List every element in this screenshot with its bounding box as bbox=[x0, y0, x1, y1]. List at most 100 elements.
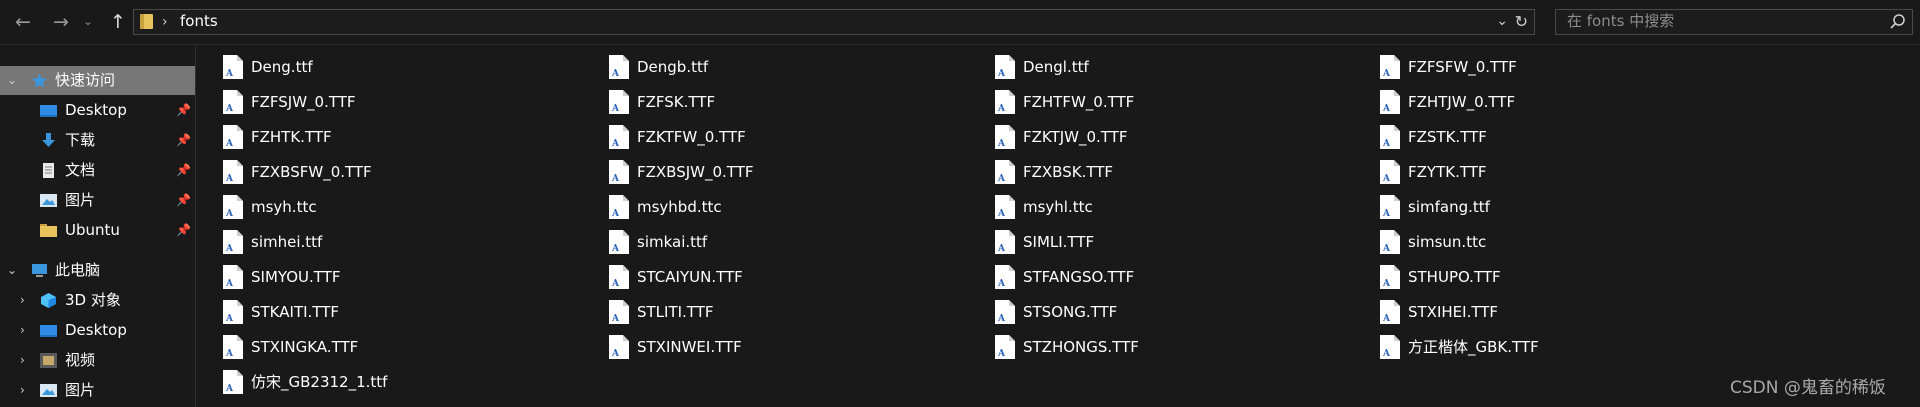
file-item[interactable]: Asimfang.ttf bbox=[1353, 191, 1733, 221]
chevron-right-icon[interactable]: › bbox=[20, 286, 25, 315]
file-item[interactable]: A STHUPO.TTF bbox=[1353, 261, 1733, 291]
font-file-icon: A bbox=[995, 230, 1015, 254]
computer-icon bbox=[32, 264, 47, 277]
path-segment-fonts[interactable]: fonts bbox=[180, 10, 218, 33]
sidebar-item-videos[interactable]: › 视频 bbox=[0, 346, 195, 375]
file-item[interactable]: A 方正楷体_GBK.TTF bbox=[1353, 331, 1733, 361]
search-placeholder: 在 fonts 中搜索 bbox=[1567, 12, 1675, 30]
watermark: CSDN @鬼畜的稀饭 bbox=[1730, 378, 1886, 398]
address-bar[interactable]: › fonts ⌄ ↻ bbox=[133, 9, 1535, 35]
file-item[interactable]: A 仿宋_GB2312_1.ttf bbox=[196, 366, 576, 396]
pin-icon: 📌 bbox=[176, 163, 191, 177]
svg-text:A: A bbox=[225, 139, 234, 149]
sidebar-item-quick-access[interactable]: ⌄ 快速访问 bbox=[0, 66, 195, 95]
file-item[interactable]: A FZFSJW_0.TTF bbox=[196, 86, 576, 116]
up-arrow-icon[interactable]: ↑ bbox=[105, 10, 131, 34]
refresh-icon[interactable]: ↻ bbox=[1515, 10, 1528, 33]
sidebar-item-desktop[interactable]: Desktop 📌 bbox=[0, 96, 195, 125]
file-name: FZYTK.TTF bbox=[1408, 163, 1487, 181]
forward-arrow-icon[interactable]: → bbox=[48, 10, 74, 34]
svg-text:A: A bbox=[997, 279, 1006, 289]
font-file-icon: A bbox=[995, 265, 1015, 289]
file-item[interactable]: A STXIHEI.TTF bbox=[1353, 296, 1733, 326]
font-file-icon: A bbox=[995, 55, 1015, 79]
file-item[interactable]: A Dengl.ttf bbox=[968, 51, 1348, 81]
chevron-right-icon[interactable]: › bbox=[20, 376, 25, 405]
file-item[interactable]: A FZXBSFW_0.TTF bbox=[196, 156, 576, 186]
file-item[interactable]: A FZHTK.TTF bbox=[196, 121, 576, 151]
svg-text:A: A bbox=[997, 314, 1006, 324]
file-name: Deng.ttf bbox=[251, 58, 313, 76]
file-item[interactable]: A FZYTK.TTF bbox=[1353, 156, 1733, 186]
sidebar-item-3d-objects[interactable]: › 3D 对象 bbox=[0, 286, 195, 315]
file-item[interactable]: A STKAITI.TTF bbox=[196, 296, 576, 326]
file-item[interactable]: A STLITI.TTF bbox=[582, 296, 962, 326]
file-item[interactable]: Amsyhl.ttc bbox=[968, 191, 1348, 221]
file-item[interactable]: A STZHONGS.TTF bbox=[968, 331, 1348, 361]
font-file-icon: A bbox=[1380, 125, 1400, 149]
sidebar-item-pictures-pc[interactable]: › 图片 bbox=[0, 376, 195, 405]
svg-text:A: A bbox=[1382, 349, 1391, 359]
file-name: SIMYOU.TTF bbox=[251, 268, 341, 286]
file-item[interactable]: Asimkai.ttf bbox=[582, 226, 962, 256]
chevron-right-icon[interactable]: › bbox=[20, 316, 25, 345]
file-item[interactable]: A Deng.ttf bbox=[196, 51, 576, 81]
sidebar-item-documents[interactable]: 文档 📌 bbox=[0, 156, 195, 185]
font-file-icon: A bbox=[609, 300, 629, 324]
file-name: 仿宋_GB2312_1.ttf bbox=[251, 373, 388, 391]
file-item[interactable]: A FZKTJW_0.TTF bbox=[968, 121, 1348, 151]
sidebar-item-label: 图片 bbox=[65, 381, 96, 399]
file-item[interactable]: Amsyhbd.ttc bbox=[582, 191, 962, 221]
sidebar-item-desktop-pc[interactable]: › Desktop bbox=[0, 316, 195, 345]
font-file-icon: A bbox=[1380, 90, 1400, 114]
sidebar-item-this-pc[interactable]: ⌄ 此电脑 bbox=[0, 256, 195, 285]
file-item[interactable]: A Dengb.ttf bbox=[582, 51, 962, 81]
search-icon[interactable] bbox=[1889, 13, 1906, 30]
desktop-icon bbox=[40, 105, 57, 117]
svg-text:A: A bbox=[611, 209, 620, 219]
file-item[interactable]: A SIMLI.TTF bbox=[968, 226, 1348, 256]
svg-text:A: A bbox=[1382, 279, 1391, 289]
pin-icon: 📌 bbox=[176, 133, 191, 147]
sidebar-item-downloads[interactable]: 下载 📌 bbox=[0, 126, 195, 155]
back-arrow-icon[interactable]: ← bbox=[10, 10, 36, 34]
file-item[interactable]: A FZHTJW_0.TTF bbox=[1353, 86, 1733, 116]
file-name: msyh.ttc bbox=[251, 198, 317, 216]
search-box[interactable]: 在 fonts 中搜索 bbox=[1555, 9, 1913, 35]
address-dropdown-icon[interactable]: ⌄ bbox=[1496, 10, 1508, 33]
address-toolbar: ← → ⌄ ↑ › fonts ⌄ ↻ 在 fonts 中搜索 bbox=[0, 0, 1920, 45]
file-item[interactable]: Asimsun.ttc bbox=[1353, 226, 1733, 256]
sidebar-item-pictures[interactable]: 图片 📌 bbox=[0, 186, 195, 215]
recent-locations-chevron-icon[interactable]: ⌄ bbox=[80, 10, 96, 34]
svg-text:A: A bbox=[225, 104, 234, 114]
svg-text:A: A bbox=[225, 314, 234, 324]
file-item[interactable]: A FZHTFW_0.TTF bbox=[968, 86, 1348, 116]
file-item[interactable]: A SIMYOU.TTF bbox=[196, 261, 576, 291]
sidebar-item-ubuntu[interactable]: Ubuntu 📌 bbox=[0, 216, 195, 245]
desktop-icon bbox=[40, 325, 57, 337]
file-item[interactable]: A FZFSFW_0.TTF bbox=[1353, 51, 1733, 81]
file-item[interactable]: A FZKTFW_0.TTF bbox=[582, 121, 962, 151]
file-item[interactable]: A STFANGSO.TTF bbox=[968, 261, 1348, 291]
file-name: simfang.ttf bbox=[1408, 198, 1490, 216]
file-item[interactable]: A STSONG.TTF bbox=[968, 296, 1348, 326]
font-file-icon: A bbox=[1380, 230, 1400, 254]
file-item[interactable]: A FZXBSJW_0.TTF bbox=[582, 156, 962, 186]
file-item[interactable]: A STXINGKA.TTF bbox=[196, 331, 576, 361]
file-name: FZKTJW_0.TTF bbox=[1023, 128, 1128, 146]
file-item[interactable]: Amsyh.ttc bbox=[196, 191, 576, 221]
svg-text:A: A bbox=[225, 384, 234, 394]
file-item[interactable]: Asimhei.ttf bbox=[196, 226, 576, 256]
file-item[interactable]: A FZFSK.TTF bbox=[582, 86, 962, 116]
file-item[interactable]: A STCAIYUN.TTF bbox=[582, 261, 962, 291]
file-name: 方正楷体_GBK.TTF bbox=[1408, 338, 1539, 356]
chevron-down-icon[interactable]: ⌄ bbox=[7, 66, 17, 95]
path-separator: › bbox=[162, 14, 168, 30]
file-item[interactable]: A FZXBSK.TTF bbox=[968, 156, 1348, 186]
file-name: FZKTFW_0.TTF bbox=[637, 128, 746, 146]
svg-text:A: A bbox=[225, 279, 234, 289]
file-item[interactable]: A FZSTK.TTF bbox=[1353, 121, 1733, 151]
chevron-right-icon[interactable]: › bbox=[20, 346, 25, 375]
file-item[interactable]: A STXINWEI.TTF bbox=[582, 331, 962, 361]
chevron-down-icon[interactable]: ⌄ bbox=[7, 256, 17, 285]
